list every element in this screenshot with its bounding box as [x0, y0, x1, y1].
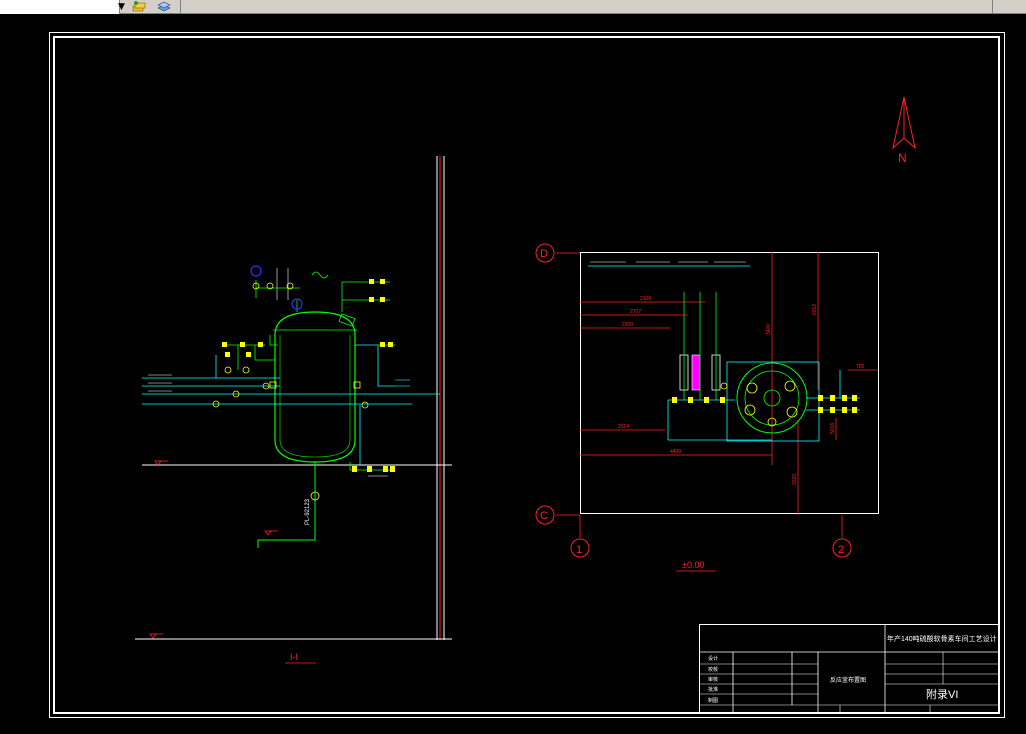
title-block: 年产140吨硫酸软骨素车间工艺设计 反应釜布置图 附录VI 设计 校核 审核 批…	[699, 624, 1000, 714]
svg-text:2707: 2707	[630, 309, 641, 315]
plan-view: N D C 1 2 2100 2707 2320 3400 6012 3020 …	[535, 96, 916, 572]
cad-toolbar: ▼	[0, 0, 1026, 14]
title-label: 审核	[708, 676, 718, 683]
svg-text:3020: 3020	[792, 474, 798, 485]
pipe-label: PL-92123	[305, 498, 311, 525]
title-label: 制图	[708, 697, 718, 704]
outer-frame	[49, 32, 1005, 718]
drawing-canvas[interactable]: PL-92123 I-I N D C 1 2 2100 2707 2320 34…	[0, 14, 1026, 734]
layer-states-icon[interactable]	[131, 0, 147, 13]
svg-text:2100: 2100	[640, 296, 651, 302]
svg-text:750: 750	[856, 364, 865, 370]
svg-text:5016: 5016	[830, 423, 836, 434]
layer-stack-icon[interactable]	[156, 0, 172, 13]
svg-text:6012: 6012	[812, 304, 818, 315]
svg-text:2014: 2014	[618, 424, 629, 430]
title-label: 设计	[708, 655, 718, 662]
svg-text:1: 1	[576, 544, 582, 556]
svg-text:N: N	[898, 151, 907, 165]
appendix-label: 附录VI	[926, 687, 958, 701]
svg-text:C: C	[540, 510, 548, 522]
svg-text:3400: 3400	[766, 324, 772, 335]
title-label: 批准	[708, 686, 718, 693]
chevron-down-icon[interactable]: ▼	[118, 1, 125, 13]
north-arrow: N	[892, 96, 916, 165]
reactor-vessel	[274, 311, 356, 463]
layer-dropdown[interactable]	[0, 0, 120, 14]
svg-text:4400: 4400	[670, 449, 681, 455]
instrument-marker	[250, 265, 262, 277]
elevation-label: ±0.00	[682, 560, 704, 570]
svg-text:2: 2	[838, 544, 844, 556]
inner-frame	[53, 36, 1000, 714]
title-label: 校核	[708, 666, 718, 673]
toolbar-separator	[180, 0, 181, 14]
drawing-name: 反应釜布置图	[830, 676, 866, 684]
svg-text:2320: 2320	[622, 322, 633, 328]
project-title: 年产140吨硫酸软骨素车间工艺设计	[887, 634, 997, 643]
section-view: PL-92123 I-I	[135, 156, 452, 664]
toolbar-separator	[992, 0, 993, 14]
svg-text:D: D	[540, 248, 548, 260]
section-label: I-I	[290, 652, 298, 662]
